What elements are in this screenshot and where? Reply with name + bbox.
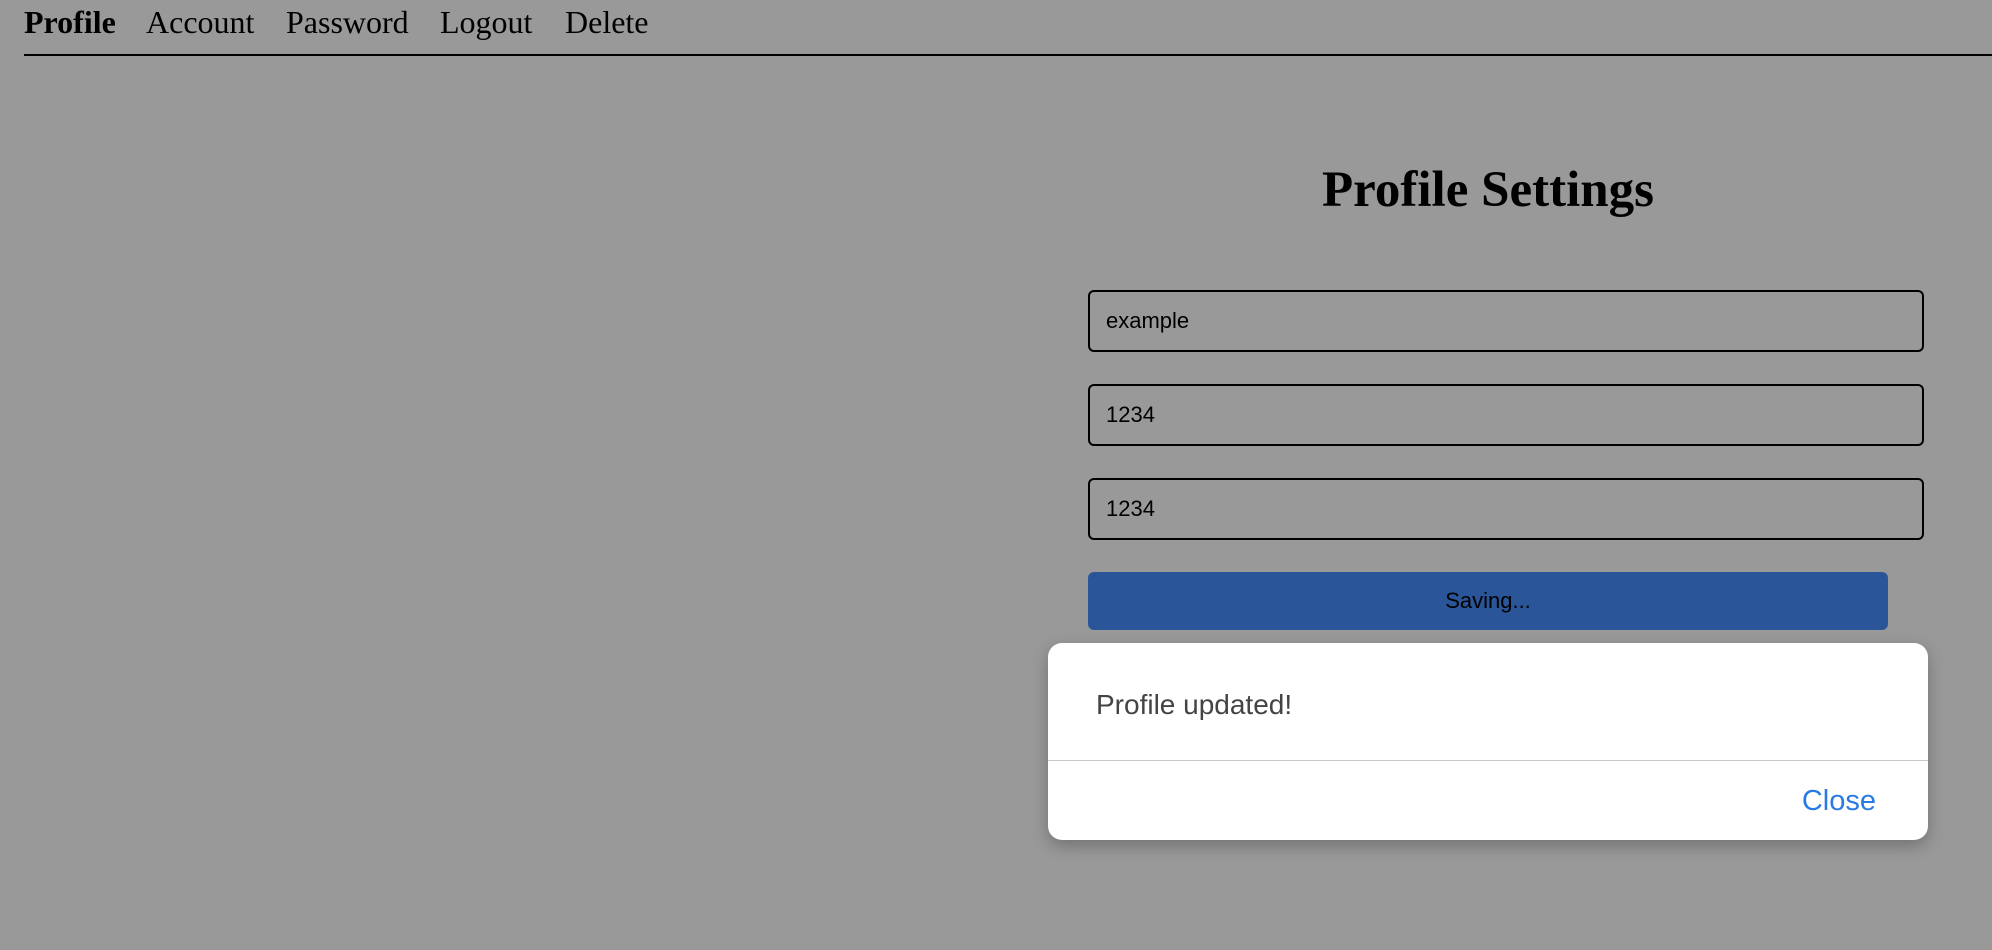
dialog-message: Profile updated! xyxy=(1096,689,1293,720)
dialog-divider xyxy=(1048,760,1928,761)
top-nav: Profile Account Password Logout Delete xyxy=(24,0,1992,56)
save-button[interactable]: Saving... xyxy=(1088,572,1888,630)
confirm-password-field[interactable] xyxy=(1088,478,1924,540)
alert-dialog: Profile updated! Close xyxy=(1048,643,1928,840)
nav-password-link[interactable]: Password xyxy=(286,2,409,42)
nav-logout-link[interactable]: Logout xyxy=(440,2,532,42)
nav-profile-link[interactable]: Profile xyxy=(24,2,116,42)
dialog-close-button[interactable]: Close xyxy=(1802,785,1876,818)
username-field[interactable] xyxy=(1088,290,1924,352)
password-field[interactable] xyxy=(1088,384,1924,446)
nav-delete-link[interactable]: Delete xyxy=(565,2,649,42)
page-title: Profile Settings xyxy=(1322,162,1654,218)
nav-account-link[interactable]: Account xyxy=(146,2,254,42)
